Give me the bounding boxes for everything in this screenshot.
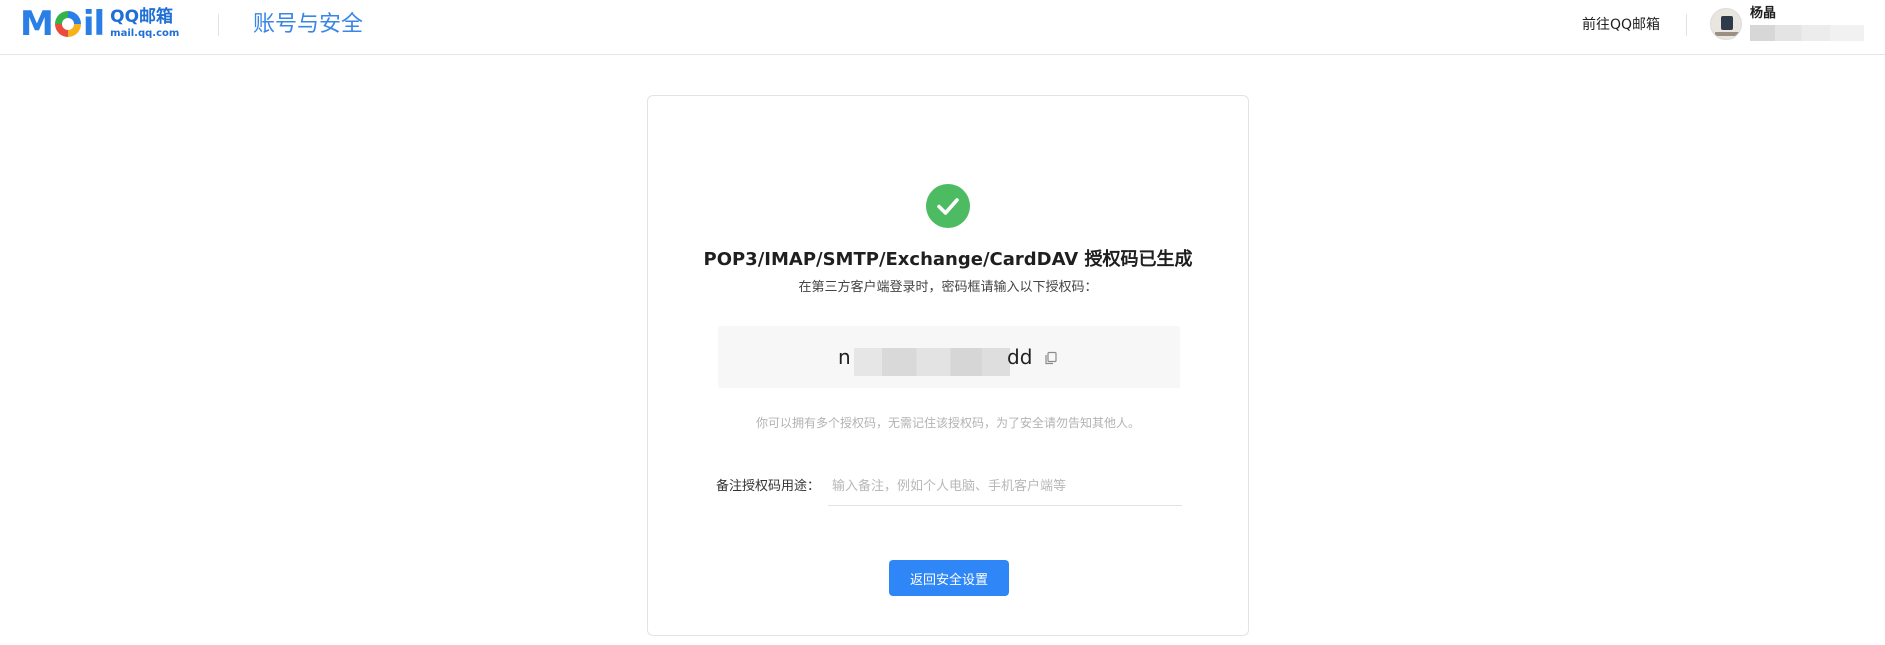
header-divider-right bbox=[1686, 14, 1687, 36]
logo-title: QQ邮箱 bbox=[110, 7, 174, 27]
logo-text: QQ邮箱 mail.qq.com bbox=[110, 9, 179, 39]
avatar[interactable] bbox=[1710, 8, 1742, 40]
note-label: 备注授权码用途： bbox=[716, 479, 821, 494]
check-circle-icon bbox=[926, 184, 970, 228]
logo-domain: mail.qq.com bbox=[110, 28, 180, 39]
mail-logo-mark: Mil bbox=[20, 4, 105, 44]
auth-code-box: n dd bbox=[718, 326, 1180, 388]
card-title: POP3/IMAP/SMTP/Exchange/CardDAV 授权码已生成 bbox=[703, 249, 1193, 270]
note-input[interactable] bbox=[828, 468, 1182, 506]
auth-code-suffix: dd bbox=[1007, 345, 1033, 369]
page-title: 账号与安全 bbox=[253, 12, 364, 37]
qq-mail-logo[interactable]: Mil QQ邮箱 mail.qq.com bbox=[20, 6, 179, 42]
logo-circle-icon bbox=[54, 11, 81, 37]
goto-qq-mail-link[interactable]: 前往QQ邮箱 bbox=[1582, 15, 1660, 35]
auth-code-prefix: n bbox=[838, 345, 851, 369]
top-header: Mil QQ邮箱 mail.qq.com 账号与安全 前往QQ邮箱 杨晶 bbox=[0, 0, 1885, 55]
header-divider bbox=[218, 14, 219, 36]
card-subtitle: 在第三方客户端登录时，密码框请输入以下授权码： bbox=[798, 280, 1098, 295]
security-hint: 你可以拥有多个授权码，无需记住该授权码，为了安全请勿告知其他人。 bbox=[755, 416, 1140, 430]
user-name: 杨晶 bbox=[1750, 6, 1777, 21]
copy-icon[interactable] bbox=[1044, 350, 1058, 365]
auth-code-card: POP3/IMAP/SMTP/Exchange/CardDAV 授权码已生成 在… bbox=[647, 95, 1249, 636]
back-to-security-settings-button[interactable]: 返回安全设置 bbox=[889, 560, 1009, 596]
auth-code-redacted bbox=[854, 348, 1010, 376]
user-email-redacted bbox=[1750, 25, 1864, 41]
